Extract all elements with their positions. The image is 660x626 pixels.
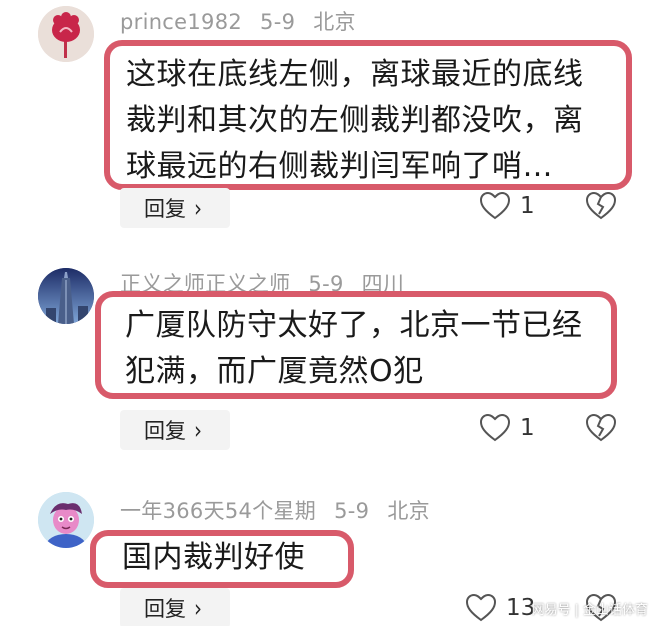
highlighted-comment-text: 这球在底线左侧，离球最近的底线裁判和其次的左侧裁判都没吹，离球最远的右侧裁判闫军… (104, 40, 632, 190)
reply-button[interactable]: 回复 › (120, 188, 230, 228)
like-count: 1 (520, 415, 535, 441)
comment-text: 广厦队防守太好了，北京一节已经犯满，而广厦竟然O犯 (125, 308, 583, 389)
heart-icon (480, 414, 510, 442)
building-avatar-icon[interactable] (38, 268, 94, 324)
heart-icon (466, 594, 496, 622)
reply-label: 回复 (144, 197, 186, 221)
like-button[interactable]: 13 (466, 594, 535, 622)
heart-icon (480, 192, 510, 220)
rose-avatar-icon[interactable] (38, 6, 94, 62)
reply-button[interactable]: 回复 › (120, 410, 230, 450)
watermark-platform: 网易号 (531, 603, 571, 618)
comment-meta: 一年366天54个星期 5-9 北京 (120, 495, 430, 525)
username[interactable]: prince1982 (120, 10, 242, 34)
broken-heart-icon[interactable] (586, 414, 616, 442)
watermark-author: 金山话体育 (582, 603, 648, 618)
chevron-right-icon: › (194, 415, 202, 445)
comment-date: 5-9 (334, 499, 370, 523)
like-count: 1 (520, 193, 535, 219)
reply-label: 回复 (144, 419, 186, 443)
chevron-right-icon: › (194, 593, 202, 623)
like-button[interactable]: 1 (480, 192, 535, 220)
broken-heart-icon[interactable] (586, 192, 616, 220)
comment-meta: prince1982 5-9 北京 (120, 6, 356, 36)
source-watermark: 网易号 | 金山话体育 (532, 599, 648, 618)
chevron-right-icon: › (194, 193, 202, 223)
comment-date: 5-9 (260, 10, 296, 34)
comment-text: 国内裁判好使 (122, 540, 305, 575)
watermark-separator: | (574, 603, 579, 618)
reply-label: 回复 (144, 597, 186, 621)
reply-button[interactable]: 回复 › (120, 588, 230, 626)
comment-location: 北京 (313, 10, 356, 34)
cartoon-avatar-icon[interactable] (38, 492, 94, 548)
comment-location: 北京 (387, 499, 430, 523)
comment-text: 这球在底线左侧，离球最近的底线裁判和其次的左侧裁判都没吹，离球最远的右侧裁判闫军… (126, 57, 584, 184)
highlighted-comment-text: 广厦队防守太好了，北京一节已经犯满，而广厦竟然O犯 (95, 291, 617, 399)
username[interactable]: 一年366天54个星期 (120, 499, 316, 523)
highlighted-comment-text: 国内裁判好使 (90, 530, 354, 588)
like-button[interactable]: 1 (480, 414, 535, 442)
